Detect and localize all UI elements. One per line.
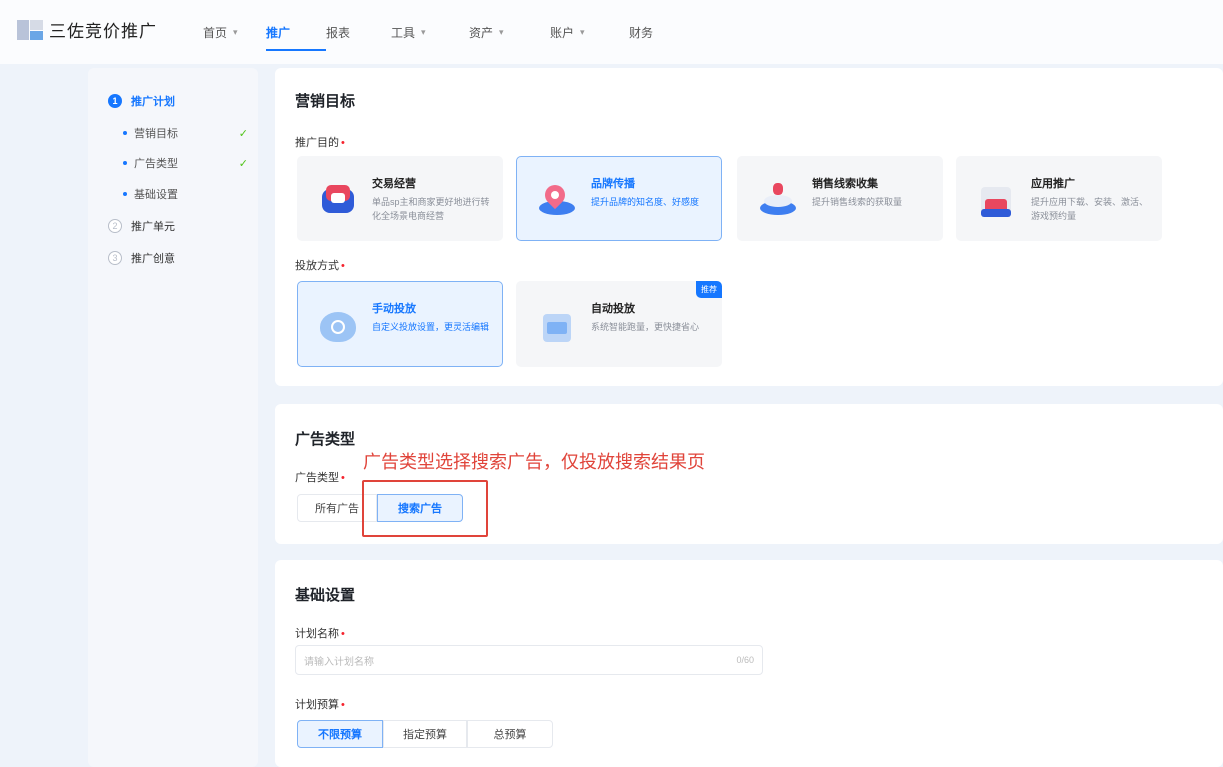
field-label-purpose: 推广目的 • <box>295 137 345 149</box>
nav-item-finance[interactable]: 财务 <box>629 0 669 64</box>
option-desc: 提升销售线索的获取量 <box>812 197 903 207</box>
step-promotion-creative[interactable]: 3 推广创意 <box>108 250 175 266</box>
nav-label: 工具 <box>391 25 416 40</box>
method-option-manual[interactable]: 手动投放 自定义投放设置，更灵活编辑 <box>297 281 503 367</box>
bullet-icon <box>123 192 127 196</box>
step-sidebar: 1 推广计划 营销目标 ✓ 广告类型 ✓ 基础设置 2 推广单元 3 推广创意 <box>88 68 258 767</box>
budget-unlimited-button[interactable]: 不限预算 <box>297 720 383 748</box>
purpose-option-leads[interactable]: 销售线索收集 提升销售线索的获取量 <box>737 156 943 241</box>
cube-icon <box>316 179 360 223</box>
budget-total-button[interactable]: 总预算 <box>467 720 553 748</box>
section-title: 营销目标 <box>295 93 356 110</box>
nav-item-assets[interactable]: 资产 ▾ <box>469 0 550 64</box>
option-desc: 单品sp主和商家更好地进行转化全场景电商经营 <box>372 197 490 221</box>
field-label-budget: 计划预算 • <box>295 699 345 711</box>
char-counter: 0/60 <box>736 655 754 665</box>
option-title: 手动投放 <box>372 303 416 315</box>
option-title: 销售线索收集 <box>812 178 878 190</box>
substep-label: 营销目标 <box>134 128 178 140</box>
purpose-option-brand[interactable]: 品牌传播 提升品牌的知名度、好感度 <box>516 156 722 241</box>
step-label: 推广创意 <box>131 253 175 265</box>
step-number: 2 <box>108 219 122 233</box>
nav-item-promotion[interactable]: 推广 <box>266 0 326 64</box>
step-label: 推广计划 <box>131 96 175 108</box>
purpose-option-app[interactable]: 应用推广 提升应用下载、安装、激活、游戏预约量 <box>956 156 1162 241</box>
step-number: 1 <box>108 94 122 108</box>
nav-item-tools[interactable]: 工具 ▾ <box>391 0 469 64</box>
annotation-highlight-box <box>362 480 488 537</box>
step-promotion-unit[interactable]: 2 推广单元 <box>108 218 175 234</box>
bullet-icon <box>123 131 127 135</box>
app-logo[interactable]: 三佐竞价推广 <box>17 17 157 42</box>
app-title: 三佐竞价推广 <box>49 22 157 41</box>
check-icon: ✓ <box>238 157 248 170</box>
option-title: 自动投放 <box>591 303 635 315</box>
check-icon: ✓ <box>238 127 248 140</box>
nav-item-home[interactable]: 首页 ▾ <box>203 0 266 64</box>
purpose-option-trade[interactable]: 交易经营 单品sp主和商家更好地进行转化全场景电商经营 <box>297 156 503 241</box>
method-option-auto[interactable]: 自动投放 系统智能跑量，更快捷省心 推荐 <box>516 281 722 367</box>
auto-icon <box>535 304 579 348</box>
brand-icon <box>535 179 579 223</box>
option-desc: 自定义投放设置，更灵活编辑 <box>372 322 490 332</box>
field-label-plan-name: 计划名称 • <box>295 628 345 640</box>
nav-label: 账户 <box>550 25 575 40</box>
nav-label: 报表 <box>326 25 351 40</box>
chevron-down-icon: ▾ <box>580 26 585 37</box>
field-label-method: 投放方式 • <box>295 260 345 272</box>
marketing-goal-card: 营销目标 推广目的 • 交易经营 单品sp主和商家更好地进行转化全场景电商经营 品… <box>275 68 1223 386</box>
option-desc: 系统智能跑量，更快捷省心 <box>591 322 700 332</box>
section-title: 基础设置 <box>295 587 356 604</box>
nav-label: 财务 <box>629 25 654 40</box>
nav-label: 资产 <box>469 25 494 40</box>
chevron-down-icon: ▾ <box>499 26 504 37</box>
main-nav: 首页 ▾ 推广 报表 工具 ▾ 资产 ▾ 账户 ▾ 财务 <box>203 0 669 64</box>
step-number: 3 <box>108 251 122 265</box>
recommend-badge: 推荐 <box>696 281 722 298</box>
option-title: 应用推广 <box>1031 178 1075 190</box>
section-title: 广告类型 <box>295 431 356 448</box>
step-promotion-plan[interactable]: 1 推广计划 <box>108 93 175 109</box>
nav-label: 首页 <box>203 25 228 40</box>
chevron-down-icon: ▾ <box>421 26 426 37</box>
leads-icon <box>756 179 800 223</box>
app-icon <box>975 179 1019 223</box>
annotation-text: 广告类型选择搜索广告，仅投放搜索结果页 <box>363 452 705 472</box>
plan-name-input[interactable]: 请输入计划名称 0/60 <box>295 645 763 675</box>
bullet-icon <box>123 161 127 165</box>
nav-item-account[interactable]: 账户 ▾ <box>550 0 629 64</box>
substep-marketing-goal[interactable]: 营销目标 ✓ <box>123 125 248 141</box>
nav-label: 推广 <box>266 25 291 40</box>
substep-label: 广告类型 <box>134 158 178 170</box>
basic-settings-card: 基础设置 计划名称 • 请输入计划名称 0/60 计划预算 • 不限预算 指定预算 … <box>275 560 1223 767</box>
field-label-ad-type: 广告类型 • <box>295 472 345 484</box>
top-navbar: 三佐竞价推广 首页 ▾ 推广 报表 工具 ▾ 资产 ▾ 账户 ▾ 财务 <box>0 0 1223 64</box>
nav-item-reports[interactable]: 报表 <box>326 0 391 64</box>
manual-icon <box>316 304 360 348</box>
option-title: 交易经营 <box>372 178 416 190</box>
option-desc: 提升品牌的知名度、好感度 <box>591 197 700 207</box>
substep-ad-type[interactable]: 广告类型 ✓ <box>123 155 248 171</box>
logo-mark-icon <box>17 19 43 40</box>
input-placeholder: 请输入计划名称 <box>304 656 374 668</box>
budget-segmented: 不限预算 指定预算 总预算 <box>297 720 553 748</box>
chevron-down-icon: ▾ <box>233 26 238 37</box>
step-label: 推广单元 <box>131 221 175 233</box>
option-desc: 提升应用下载、安装、激活、游戏预约量 <box>1031 197 1149 221</box>
option-title: 品牌传播 <box>591 178 635 190</box>
budget-specified-button[interactable]: 指定预算 <box>383 720 467 748</box>
substep-label: 基础设置 <box>134 189 178 201</box>
substep-basic-settings[interactable]: 基础设置 <box>123 186 248 202</box>
